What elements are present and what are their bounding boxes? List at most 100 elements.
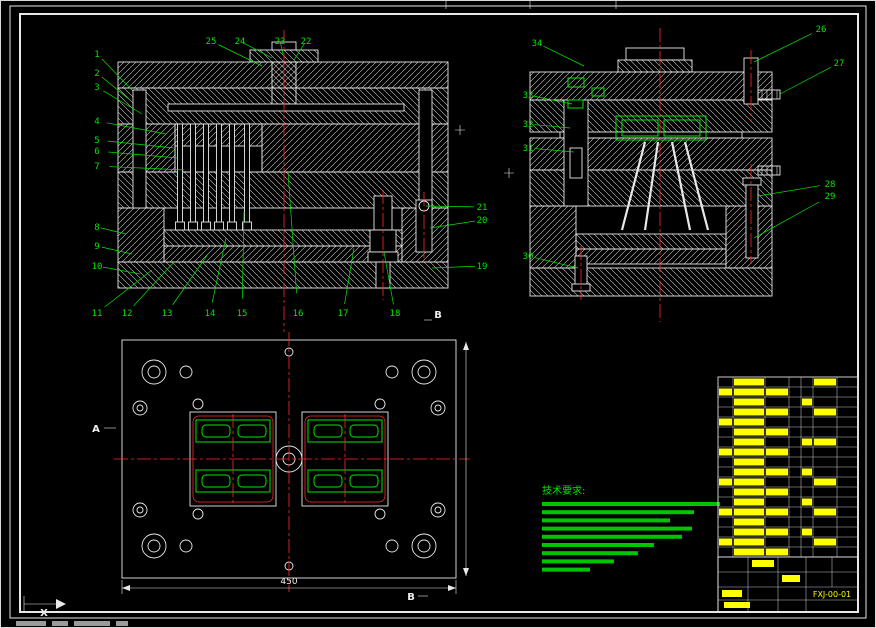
callout-22: 22	[301, 37, 312, 47]
bom-cell-highlight	[766, 528, 788, 536]
bom-cell-highlight	[719, 508, 732, 516]
callout-leader-26	[753, 33, 812, 63]
callout-17: 17	[338, 309, 349, 319]
callout-31: 31	[523, 144, 534, 154]
bom-grid	[717, 376, 859, 558]
bom-cell-highlight	[719, 478, 732, 486]
bom-cell-highlight	[734, 378, 764, 386]
tech-requirement-line	[542, 559, 614, 564]
bom-cell-highlight	[734, 508, 764, 516]
bom-cell-highlight	[719, 388, 732, 396]
callout-32: 32	[523, 120, 534, 130]
tech-requirement-line	[542, 502, 720, 506]
bom-cell-highlight	[734, 428, 764, 436]
callout-4: 4	[94, 117, 99, 127]
callout-14: 14	[205, 309, 216, 319]
callout-3: 3	[94, 83, 99, 93]
bom-cell-highlight	[734, 498, 764, 506]
bom-cell-highlight	[734, 488, 764, 496]
bom-cell-highlight	[814, 478, 836, 486]
bom-cell-highlight	[802, 498, 812, 506]
tech-requirements: 技术要求:	[542, 484, 720, 572]
bom-cell-highlight	[766, 388, 788, 396]
bom-cell-highlight	[814, 538, 836, 546]
bom-cell-highlight	[766, 508, 788, 516]
guide-pillar-left	[132, 89, 147, 209]
bom-cell-highlight	[734, 418, 764, 426]
tech-requirement-line	[542, 510, 694, 515]
tech-requirements-lines	[542, 502, 720, 572]
front-section-view	[117, 30, 449, 332]
guide-pillar-right	[418, 89, 433, 209]
callout-11: 11	[92, 309, 103, 319]
callout-12: 12	[122, 309, 133, 319]
cad-drawing-canvas[interactable]: 450 A B B 技术要求: FXJ-00-01 1 2 3 4 5 6 7 …	[0, 0, 876, 628]
title-block: FXJ-00-01	[717, 556, 859, 613]
tech-requirement-line	[542, 543, 654, 547]
callout-26: 26	[816, 25, 827, 35]
bom-cell-highlight	[766, 488, 788, 496]
callout-leader-34	[543, 45, 585, 67]
callout-33: 33	[523, 91, 534, 101]
bom-cell-highlight	[719, 448, 732, 456]
bom-cell-highlight	[734, 548, 764, 556]
bom-cell-highlight	[766, 428, 788, 436]
ucs-icon: X	[23, 596, 66, 619]
bom-cell-highlight	[766, 468, 788, 476]
section-label-b-bottom: B	[407, 592, 415, 603]
tech-requirement-line	[542, 567, 590, 572]
tech-requirements-title: 技术要求:	[542, 484, 585, 497]
bom-cell-highlight	[734, 538, 764, 546]
bom-cell-highlight	[814, 408, 836, 416]
bom-cell-highlight	[734, 528, 764, 536]
callout-25: 25	[206, 37, 217, 47]
bom-cell-highlight	[766, 448, 788, 456]
bom-cell-highlight	[734, 518, 764, 526]
tech-requirement-line	[542, 518, 670, 523]
bom-cell-highlight	[766, 408, 788, 416]
bom-cell-highlight	[814, 508, 836, 516]
callout-18: 18	[390, 309, 401, 319]
plan-view: 450 A B B	[92, 310, 470, 603]
callout-2: 2	[94, 69, 99, 79]
callout-16: 16	[293, 309, 304, 319]
bom-cell-highlight	[734, 398, 764, 406]
callout-1: 1	[94, 50, 99, 60]
command-line-fragment	[16, 621, 128, 626]
side-section-view	[529, 28, 781, 322]
callout-27: 27	[834, 59, 845, 69]
bom-cell-highlight	[814, 378, 836, 386]
bom-cell-highlight	[802, 398, 812, 406]
callout-28: 28	[825, 180, 836, 190]
callout-23: 23	[275, 37, 286, 47]
mold-assembly-drawing: 450 A B B 技术要求: FXJ-00-01 1234567891011 …	[0, 0, 876, 628]
callout-34: 34	[532, 39, 543, 49]
drawing-number: FXJ-00-01	[813, 590, 851, 599]
plan-width-dimension: 450	[280, 577, 297, 587]
callout-13: 13	[162, 309, 173, 319]
tech-requirement-line	[542, 551, 638, 556]
x-axis-arrow	[56, 599, 66, 609]
bom-cell-highlight	[766, 548, 788, 556]
callout-19: 19	[477, 262, 488, 272]
bom-cell-highlight	[719, 418, 732, 426]
bom-table: FXJ-00-01	[717, 376, 859, 613]
section-label-b-top: B	[434, 310, 442, 321]
callout-29: 29	[825, 192, 836, 202]
bom-cell-highlight	[734, 438, 764, 446]
bom-cell-highlight	[734, 408, 764, 416]
callout-24: 24	[235, 37, 246, 47]
callout-21: 21	[477, 203, 488, 213]
callout-5: 5	[94, 136, 99, 146]
section-label-a-left: A	[92, 424, 100, 435]
bom-cell-highlight	[802, 468, 812, 476]
bom-cell-highlight	[814, 438, 836, 446]
callout-15: 15	[237, 309, 248, 319]
callout-30: 30	[523, 252, 534, 262]
bom-cell-highlight	[734, 478, 764, 486]
bom-cell-highlight	[734, 458, 764, 466]
bom-cell-highlight	[734, 468, 764, 476]
bom-cell-highlight	[802, 438, 812, 446]
tech-requirement-line	[542, 534, 682, 539]
tech-requirement-line	[542, 526, 692, 531]
